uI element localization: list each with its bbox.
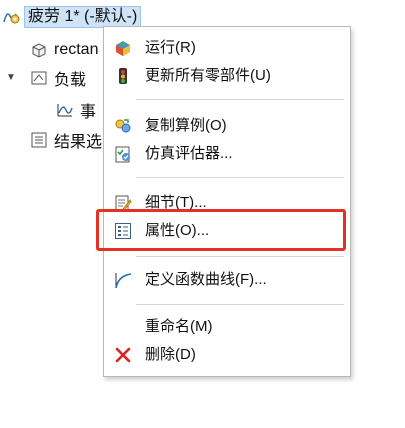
part-icon (32, 43, 46, 58)
menu-separator (136, 256, 344, 257)
copy-study-icon (115, 119, 131, 133)
fatigue-study-icon (3, 13, 20, 24)
menu-item-label: 运行(R) (145, 39, 196, 56)
tree-root-label: 疲劳 1* (-默认-) (24, 6, 142, 28)
menu-item-label: 复制算例(O) (145, 117, 227, 134)
traffic-light-icon (119, 68, 127, 84)
simulation-evaluator-icon (115, 146, 130, 163)
menu-item-copy-study[interactable]: 复制算例(O) (104, 113, 350, 139)
menu-item-rename[interactable]: 重命名(M) (104, 314, 350, 340)
menu-item-simulation-evaluator[interactable]: 仿真评估器... (104, 141, 350, 167)
tree-item-label: 结果选 (54, 134, 103, 151)
menu-item-label: 重命名(M) (145, 318, 213, 335)
menu-separator (136, 177, 344, 178)
menu-item-delete[interactable]: 删除(D) (104, 342, 350, 368)
run-icon (116, 41, 130, 56)
collapse-arrow-icon[interactable]: ▼ (6, 72, 16, 83)
tree-item-label: 负载 (54, 72, 87, 89)
tree-item-part[interactable]: rectan (30, 38, 98, 62)
event-graph-icon (57, 104, 73, 117)
tree-item-result-options[interactable]: 结果选 (30, 128, 102, 152)
highlight-annotation-box (96, 209, 346, 251)
menu-item-update-components[interactable]: 更新所有零部件(U) (104, 63, 350, 89)
curve-icon (115, 273, 132, 289)
loads-folder-icon (31, 71, 47, 85)
menu-item-label: 仿真评估器... (145, 145, 233, 162)
menu-item-label: 定义函数曲线(F)... (145, 271, 267, 288)
context-menu: 运行(R) 更新所有零部件(U) 复制算例(O) 仿真评估器... 细节(T).… (103, 26, 351, 377)
menu-item-define-function-curve[interactable]: 定义函数曲线(F)... (104, 267, 350, 293)
menu-item-label: 更新所有零部件(U) (145, 67, 271, 84)
list-icon (31, 132, 47, 148)
tree-item-loads[interactable]: 负载 (30, 66, 86, 90)
menu-separator (136, 99, 344, 100)
menu-separator (136, 304, 344, 305)
tree-item-label: rectan (54, 41, 99, 58)
menu-item-run[interactable]: 运行(R) (104, 35, 350, 61)
menu-item-label: 删除(D) (145, 346, 196, 363)
tree-item-label: 事 (80, 104, 97, 121)
tree-item-event[interactable]: 事 (56, 98, 96, 122)
delete-icon (115, 347, 131, 363)
